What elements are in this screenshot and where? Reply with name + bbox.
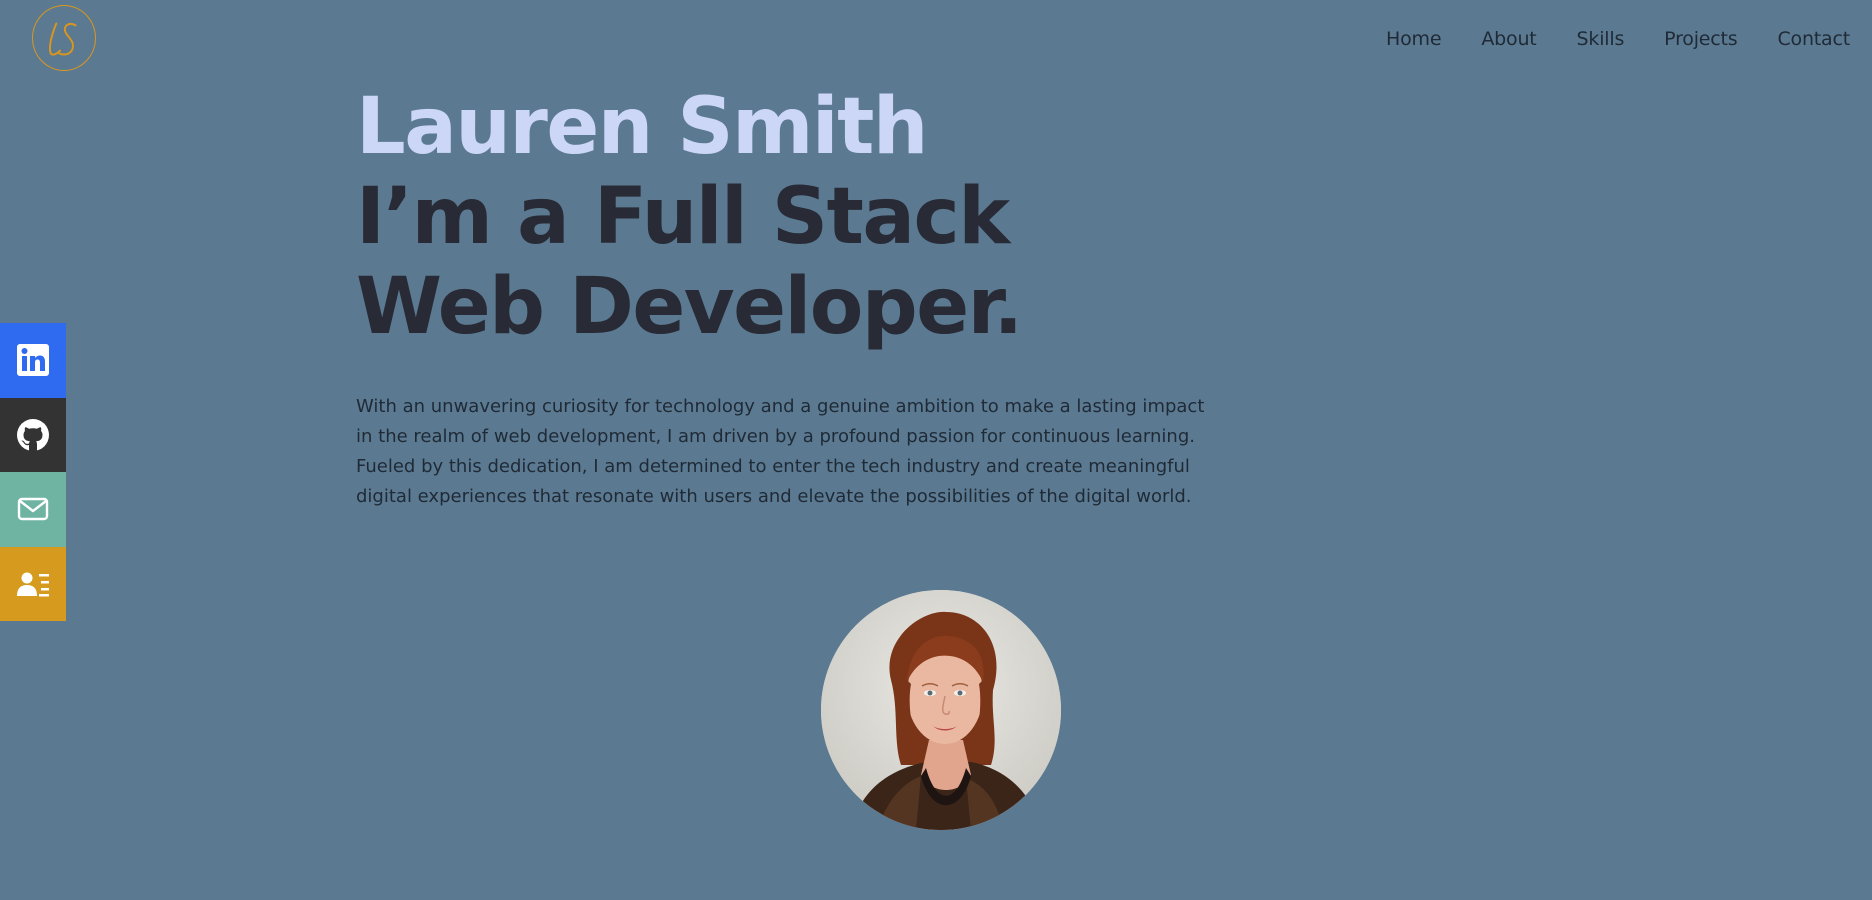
nav-home[interactable]: Home	[1386, 28, 1442, 50]
nav-skills[interactable]: Skills	[1577, 28, 1625, 50]
social-sidebar	[0, 323, 66, 621]
resume-link[interactable]	[0, 546, 66, 621]
hero-name: Lauren Smith	[356, 82, 928, 172]
hero-section: Lauren Smith I’m a Full Stack Web Develo…	[356, 82, 1216, 512]
github-link[interactable]	[0, 397, 66, 472]
email-link[interactable]	[0, 472, 66, 547]
hero-tagline: I’m a Full Stack Web Developer.	[356, 172, 1023, 352]
logo[interactable]	[32, 5, 96, 71]
nav-about[interactable]: About	[1481, 28, 1536, 50]
profile-photo	[821, 590, 1061, 830]
resume-icon	[17, 572, 49, 597]
nav-contact[interactable]: Contact	[1777, 28, 1850, 50]
linkedin-icon	[17, 344, 49, 377]
github-icon	[17, 418, 49, 451]
hero-bio: With an unwavering curiosity for technol…	[356, 396, 1205, 507]
main-nav: Home About Skills Projects Contact	[1386, 28, 1850, 50]
nav-projects[interactable]: Projects	[1664, 28, 1738, 50]
email-icon	[17, 498, 49, 521]
logo-monogram-icon	[49, 22, 77, 56]
linkedin-link[interactable]	[0, 323, 66, 398]
